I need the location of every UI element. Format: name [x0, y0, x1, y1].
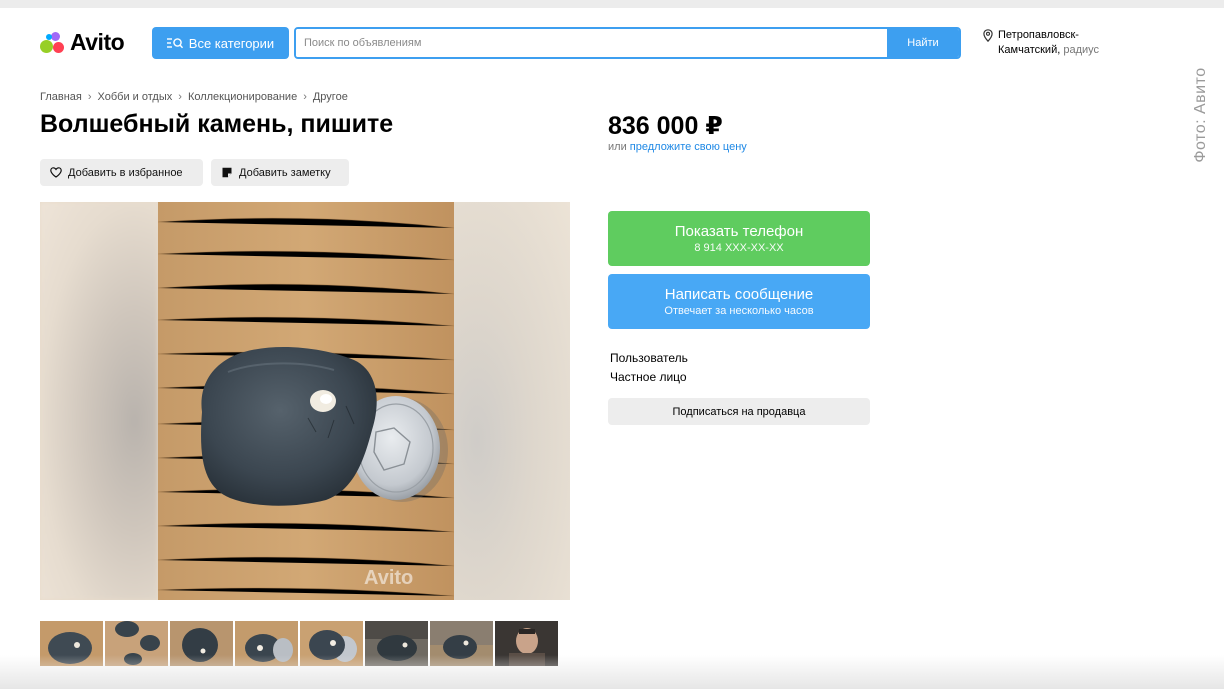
- all-categories-button[interactable]: Все категории: [152, 27, 289, 59]
- search-button[interactable]: Найти: [887, 29, 959, 57]
- listing-title: Волшебный камень, пишите: [40, 110, 394, 138]
- search-bar: Найти: [294, 27, 961, 59]
- avito-logo[interactable]: Avito: [40, 29, 125, 56]
- photo-blur-left: [40, 202, 158, 600]
- heart-icon: [50, 167, 62, 178]
- breadcrumb-hobby[interactable]: Хобби и отдых: [98, 91, 173, 103]
- note-icon: [222, 167, 232, 178]
- photo-credit: Фото: Авито: [1192, 67, 1209, 163]
- price-offer: или предложите свою цену: [608, 141, 747, 153]
- location-city-line2: Камчатский,: [998, 44, 1061, 56]
- bottom-shade: [0, 655, 1224, 689]
- breadcrumb: Главная › Хобби и отдых › Коллекциониров…: [40, 91, 348, 103]
- seller-type: Частное лицо: [610, 370, 687, 384]
- add-note-label: Добавить заметку: [239, 166, 331, 179]
- location-selector[interactable]: Петропавловск- Камчатский, радиус: [983, 28, 1099, 58]
- location-city-line1: Петропавловск-: [998, 29, 1079, 41]
- breadcrumb-other[interactable]: Другое: [313, 91, 348, 103]
- subscribe-seller-button[interactable]: Подписаться на продавца: [608, 398, 870, 425]
- breadcrumb-collecting[interactable]: Коллекционирование: [188, 91, 297, 103]
- logo-text: Avito: [70, 29, 125, 55]
- price-offer-prefix: или: [608, 141, 627, 153]
- show-phone-button[interactable]: Показать телефон 8 914 XXX-XX-XX: [608, 211, 870, 266]
- location-radius: радиус: [1063, 44, 1100, 56]
- stone-photo-image: [158, 202, 454, 600]
- add-favorite-button[interactable]: Добавить в избранное: [40, 159, 203, 186]
- phone-masked: 8 914 XXX-XX-XX: [694, 241, 784, 254]
- reply-time: Отвечает за несколько часов: [664, 304, 814, 317]
- write-message-button[interactable]: Написать сообщение Отвечает за несколько…: [608, 274, 870, 329]
- search-input[interactable]: [296, 29, 887, 57]
- breadcrumb-home[interactable]: Главная: [40, 91, 82, 103]
- categories-search-icon: [166, 38, 183, 49]
- seller-name[interactable]: Пользователь: [610, 351, 688, 365]
- breadcrumb-separator-icon: ›: [87, 91, 92, 103]
- photo-blur-right: [454, 202, 570, 600]
- add-note-button[interactable]: Добавить заметку: [211, 159, 349, 186]
- price-offer-link[interactable]: предложите свою цену: [630, 141, 747, 153]
- add-favorite-label: Добавить в избранное: [68, 166, 183, 179]
- main-photo[interactable]: Avito: [40, 202, 570, 600]
- photo-watermark: Avito: [364, 567, 414, 589]
- write-message-label: Написать сообщение: [664, 285, 814, 303]
- breadcrumb-separator-icon: ›: [303, 91, 307, 103]
- top-strip: [0, 0, 1224, 8]
- breadcrumb-separator-icon: ›: [178, 91, 182, 103]
- logo-dots-icon: [40, 31, 66, 55]
- show-phone-label: Показать телефон: [674, 222, 804, 240]
- all-categories-label: Все категории: [188, 35, 275, 51]
- location-pin-icon: [983, 29, 993, 42]
- price: 836 000 ₽: [608, 112, 723, 140]
